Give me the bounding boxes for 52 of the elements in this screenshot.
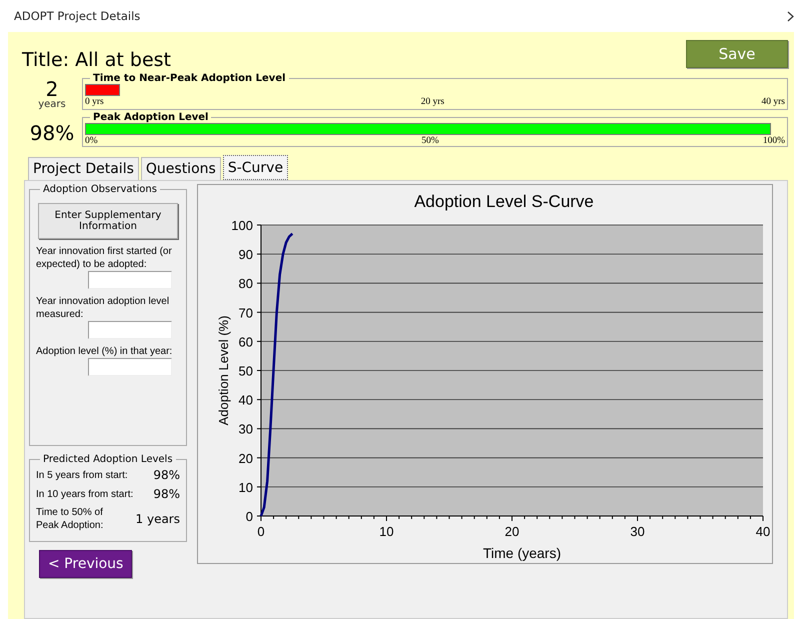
- y-tick-label: 90: [238, 247, 253, 262]
- prediction-value: 98%: [153, 468, 180, 482]
- tab[interactable]: Questions: [140, 157, 221, 180]
- prediction-value: 98%: [153, 487, 180, 501]
- group-title: Predicted Adoption Levels: [42, 454, 174, 465]
- y-tick-label: 100: [231, 218, 253, 233]
- y-tick-label: 70: [238, 305, 253, 320]
- tab[interactable]: S-Curve: [222, 155, 288, 180]
- scale-label: 0 yrs: [85, 97, 104, 107]
- meter-label: Time to Near-Peak Adoption Level: [92, 73, 287, 84]
- scale-label: 40 yrs: [762, 97, 785, 107]
- scale-label: 0%: [85, 136, 98, 146]
- window-title: ADOPT Project Details: [14, 9, 140, 23]
- meter-value: 2: [46, 79, 58, 99]
- field-label: Adoption level (%) in that year:: [36, 345, 174, 358]
- y-tick-label: 30: [238, 422, 253, 437]
- y-tick-label: 10: [238, 480, 253, 495]
- scale-label: 50%: [422, 136, 439, 146]
- meter-label: Peak Adoption Level: [92, 112, 210, 123]
- field-label: Year innovation first started (or expected) to be adopted:: [36, 245, 173, 271]
- input-field[interactable]: [88, 358, 172, 376]
- prediction-label: Time to 50% of Peak Adoption:: [36, 506, 104, 532]
- previous-button[interactable]: < Previous: [39, 550, 132, 578]
- meter-unit: years: [38, 99, 66, 110]
- y-tick-label: 80: [238, 276, 253, 292]
- tab[interactable]: Project Details: [28, 157, 139, 180]
- prediction-label: In 10 years from start:: [36, 488, 134, 500]
- chart-title: Adoption Level S-Curve: [414, 192, 594, 211]
- x-tick-label: 10: [379, 524, 394, 539]
- supplementary-button[interactable]: Enter Supplementary Information: [38, 203, 178, 239]
- x-tick-label: 20: [504, 524, 520, 539]
- x-tick-label: 0: [257, 524, 265, 539]
- x-axis-title: Time (years): [482, 545, 562, 561]
- chevron-icon[interactable]: [787, 10, 794, 22]
- meter-value: 98%: [30, 122, 74, 142]
- y-tick-label: 40: [238, 392, 253, 408]
- x-tick-label: 40: [756, 524, 770, 539]
- input-field[interactable]: [88, 271, 172, 289]
- prediction-value: 1 years: [136, 512, 180, 526]
- group-title: Adoption Observations: [42, 184, 158, 195]
- scale-label: 20 yrs: [420, 97, 444, 107]
- y-axis-title: Adoption Level (%): [216, 316, 231, 426]
- y-tick-label: 20: [238, 450, 253, 466]
- prediction-label: In 5 years from start:: [36, 468, 128, 482]
- y-tick-label: 60: [238, 334, 253, 350]
- scale-label: 100%: [762, 136, 785, 146]
- x-tick-label: 30: [630, 524, 645, 539]
- field-label: Year innovation adoption level measured:: [36, 295, 170, 321]
- project-title: Title: All at best: [22, 49, 171, 71]
- y-tick-label: 0: [246, 509, 253, 524]
- y-tick-label: 50: [238, 364, 253, 378]
- input-field[interactable]: [88, 321, 172, 339]
